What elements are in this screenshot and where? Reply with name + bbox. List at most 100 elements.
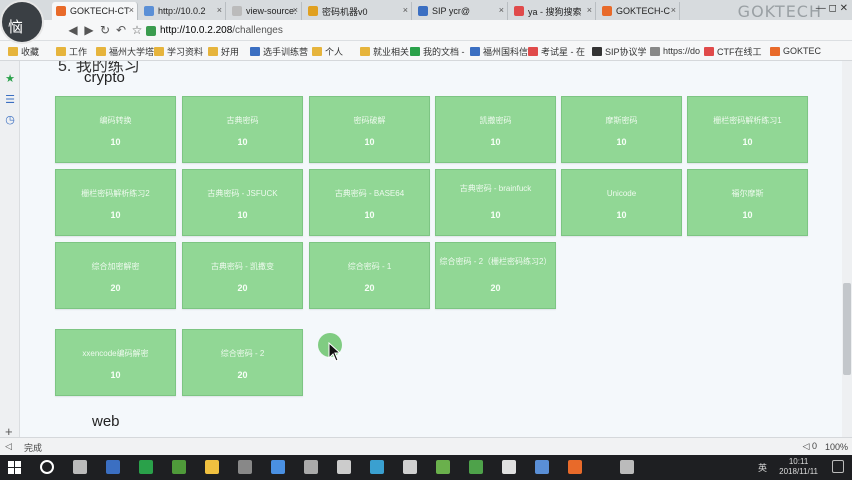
tab-close-icon[interactable]: × [129,5,134,15]
challenge-card[interactable]: 古典密码 10 [182,96,303,163]
taskbar-app-icon[interactable] [370,460,384,474]
tab-close-icon[interactable]: × [671,5,676,15]
browser-tab[interactable]: 密码机器v0 × [304,2,412,20]
challenge-card[interactable]: 综合加密解密 20 [55,242,176,309]
taskbar-app-icon[interactable] [172,460,186,474]
browser-tab[interactable]: view-source: × [228,2,302,20]
folder-icon [470,46,480,56]
challenge-card[interactable]: 编码转换 10 [55,96,176,163]
challenge-card[interactable]: 综合密码 - 2（栅栏密码练习2） 20 [435,242,556,309]
folder-icon [56,46,66,56]
undo-icon[interactable]: ↶ [114,23,128,37]
sound-icon[interactable]: ◁ [5,441,12,452]
taskbar-app-icon[interactable] [403,460,417,474]
address-bar[interactable]: http://10.0.2.208 /challenges [146,23,806,38]
taskbar-app-icon[interactable] [238,460,252,474]
bookmark-item[interactable]: 工作 [56,44,87,58]
bookmark-item[interactable]: 就业相关 [360,44,409,58]
browser-tab[interactable]: GOKTECH-CT × [52,2,138,20]
tab-close-icon[interactable]: × [293,5,298,15]
windows-start-icon[interactable] [8,461,21,474]
challenge-card[interactable]: 栅栏密码解析练习2 10 [55,169,176,236]
reload-icon[interactable]: ↻ [98,23,112,37]
taskbar-app-icon[interactable] [73,460,87,474]
star-icon[interactable]: ★ [4,73,16,85]
bookmark-item[interactable]: 好用 [208,44,239,58]
taskbar-app-icon[interactable] [271,460,285,474]
folder-icon [360,46,370,56]
notification-icon[interactable] [832,460,844,473]
taskbar-app-icon[interactable] [568,460,582,474]
list-icon[interactable]: ☰ [4,94,16,106]
challenge-card[interactable]: 密码破解 10 [309,96,430,163]
scrollbar[interactable] [842,61,852,437]
challenges-page: 5. 我的练习 crypto 编码转换 10 古典密码 10 密码破解 10 凯撒密码 10 摩斯… [20,61,842,437]
status-item[interactable]: ◁ 0 [803,441,817,452]
status-right: ◁ 0 100% [803,441,848,452]
taskbar-app-icon[interactable] [40,460,54,474]
challenge-points: 20 [490,283,501,293]
bookmark-item[interactable]: 收藏 [8,44,39,58]
challenge-card[interactable]: 古典密码 - 凯撒变 20 [182,242,303,309]
taskbar-app-icon[interactable] [469,460,483,474]
bookmark-item[interactable]: GOKTEC [770,44,821,58]
challenge-card[interactable]: 综合密码 - 1 20 [309,242,430,309]
taskbar-app-icon[interactable] [205,460,219,474]
scrollbar-thumb[interactable] [843,283,851,375]
browser-tab[interactable]: GOKTECH-C × [598,2,680,20]
tab-close-icon[interactable]: × [217,5,222,15]
browser-tab[interactable]: ya - 搜狗搜索 × [510,2,596,20]
challenge-card[interactable]: 古典密码 - brainfuck 10 [435,169,556,236]
taskbar-app-icon[interactable] [620,460,634,474]
challenge-points: 10 [364,137,375,147]
tab-close-icon[interactable]: × [403,5,408,15]
taskbar-app-icon[interactable] [502,460,516,474]
taskbar-app-icon[interactable] [535,460,549,474]
taskbar-app-icon[interactable] [337,460,351,474]
folder-icon [154,46,164,56]
challenge-card[interactable]: 栅栏密码解析练习1 10 [687,96,808,163]
star-icon[interactable]: ☆ [130,23,144,37]
browser-tab[interactable]: SIP ycr@ × [414,2,508,20]
bookmark-item[interactable]: 个人 [312,44,343,58]
bookmark-item[interactable]: 学习资料 [154,44,203,58]
bookmark-item[interactable]: 考试星 - 在 [528,44,585,58]
challenge-card[interactable]: 福尔摩斯 10 [687,169,808,236]
challenge-card[interactable]: 凯撒密码 10 [435,96,556,163]
challenge-name: 编码转换 [99,116,132,125]
challenge-card[interactable]: xxencode编码解密 10 [55,329,176,396]
challenge-card[interactable]: Unicode 10 [561,169,682,236]
tab-close-icon[interactable]: × [499,5,504,15]
challenge-card[interactable]: 摩斯密码 10 [561,96,682,163]
challenge-card[interactable]: 古典密码 - BASE64 10 [309,169,430,236]
bookmark-item[interactable]: SIP协议学 [592,44,647,58]
challenge-card[interactable]: 综合密码 - 2 20 [182,329,303,396]
taskbar-clock[interactable]: 10:11 2018/11/11 [779,457,818,477]
browser-tab[interactable]: http://10.0.2 × [140,2,226,20]
url-path: /challenges [232,25,283,36]
bookmark-item[interactable]: 福州大学塔 [96,44,154,58]
challenge-card[interactable]: 古典密码 - JSFUCK 10 [182,169,303,236]
clock-icon[interactable]: ◷ [4,114,16,126]
bookmark-item[interactable]: CTF在线工 [704,44,762,58]
bookmark-item[interactable]: https://do [650,44,700,58]
shield-icon [146,25,156,36]
add-icon[interactable]: + [5,424,13,439]
taskbar-app-icon[interactable] [139,460,153,474]
bookmark-item[interactable]: 选手训练营 [250,44,308,58]
back-icon[interactable]: ◀ [66,23,80,37]
ime-indicator[interactable]: 英 [758,461,767,474]
challenge-points: 20 [237,283,248,293]
tab-close-icon[interactable]: × [587,5,592,15]
avatar[interactable]: 恼 [0,0,44,44]
forward-icon[interactable]: ▶ [82,23,96,37]
window-controls[interactable]: — ◻ ✕ [816,3,848,14]
taskbar-app-icon[interactable] [304,460,318,474]
bookmark-item[interactable]: 福州国科信 [470,44,528,58]
bookmark-item[interactable]: 我的文档 - [410,44,465,58]
challenge-name: xxencode编码解密 [82,349,149,358]
taskbar-app-icon[interactable] [436,460,450,474]
status-item[interactable]: 100% [825,442,848,452]
tab-label: SIP ycr@ [432,6,470,16]
taskbar-app-icon[interactable] [106,460,120,474]
